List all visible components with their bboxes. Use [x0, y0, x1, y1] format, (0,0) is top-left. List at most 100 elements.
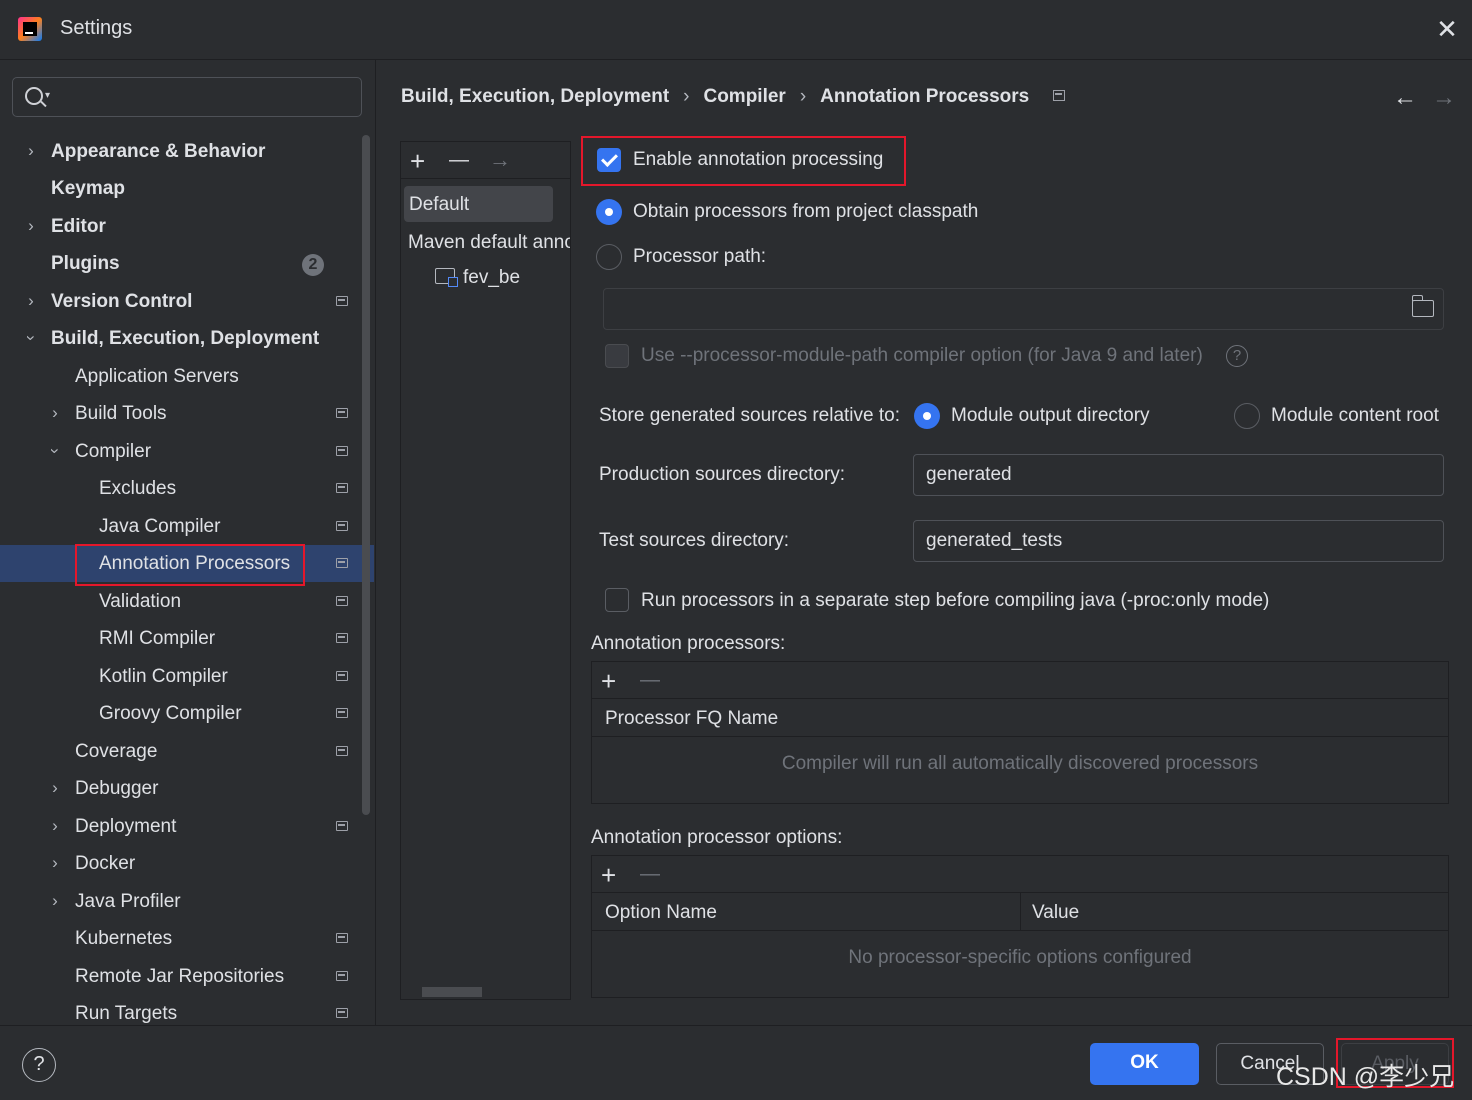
processors-empty-text: Compiler will run all automatically disc… [781, 753, 1259, 774]
test-dir-field[interactable] [913, 520, 1444, 562]
sidebar-item-excludes[interactable]: Excludes [0, 470, 374, 507]
sidebar-item-java-compiler[interactable]: Java Compiler [0, 508, 374, 545]
sidebar-item-keymap[interactable]: Keymap [0, 170, 374, 207]
remove-icon[interactable]: — [640, 667, 660, 693]
module-output-radio[interactable] [914, 403, 940, 429]
column-header-processor-fq-name[interactable]: Processor FQ Name [605, 708, 778, 730]
module-path-checkbox[interactable] [605, 344, 629, 368]
profiles-horizontal-scrollbar[interactable] [422, 987, 482, 997]
sidebar-item-label: Groovy Compiler [99, 703, 242, 724]
processor-path-label[interactable]: Processor path: [633, 246, 766, 268]
folder-icon[interactable] [1411, 295, 1434, 317]
enable-annotation-processing-checkbox[interactable] [597, 148, 621, 172]
help-button[interactable]: ? [22, 1048, 56, 1082]
back-arrow-icon[interactable]: ← [1393, 84, 1417, 112]
remove-icon[interactable]: — [449, 147, 469, 173]
chevron-right-icon[interactable]: › [48, 853, 62, 873]
sidebar-item-build-execution-deployment[interactable]: › Build, Execution, Deployment [0, 320, 374, 357]
chevron-right-icon[interactable]: › [48, 403, 62, 423]
sidebar-item-editor[interactable]: › Editor [0, 208, 374, 245]
project-scope-icon [336, 596, 348, 606]
chevron-right-icon[interactable]: › [48, 816, 62, 836]
chevron-right-icon[interactable]: › [48, 891, 62, 911]
chevron-down-icon[interactable]: › [21, 331, 41, 345]
profile-default[interactable]: Default [404, 186, 553, 222]
sidebar-item-annotation-processors[interactable]: Annotation Processors [0, 545, 374, 582]
processor-path-radio[interactable] [596, 244, 622, 270]
processors-table-toolbar: + — [592, 662, 1448, 699]
chevron-right-icon[interactable]: › [24, 216, 38, 236]
breadcrumb-separator: › [799, 86, 807, 107]
project-scope-icon [336, 746, 348, 756]
processors-table-title: Annotation processors: [591, 633, 786, 654]
sidebar-item-plugins[interactable]: Plugins 2 [0, 245, 374, 282]
sidebar-item-docker[interactable]: › Docker [0, 845, 374, 882]
sidebar-item-appearance-behavior[interactable]: › Appearance & Behavior [0, 133, 374, 170]
breadcrumb-item[interactable]: Compiler [703, 86, 785, 108]
profile-module-item[interactable]: fev_be [463, 267, 520, 289]
column-header-option-name[interactable]: Option Name [605, 902, 717, 924]
sidebar-item-label: Kotlin Compiler [99, 666, 228, 687]
sidebar-item-label: Java Profiler [75, 891, 181, 912]
run-separately-label[interactable]: Run processors in a separate step before… [641, 590, 1269, 612]
sidebar-item-validation[interactable]: Validation [0, 583, 374, 620]
add-icon[interactable]: + [410, 148, 425, 174]
sidebar-item-label: Coverage [75, 741, 158, 762]
test-dir-input[interactable] [926, 529, 1403, 553]
sidebar-item-debugger[interactable]: › Debugger [0, 770, 374, 807]
sidebar-item-label: Compiler [75, 441, 152, 462]
chevron-down-icon[interactable]: › [45, 444, 65, 458]
run-separately-checkbox[interactable] [605, 588, 629, 612]
content-root-label[interactable]: Module content root [1271, 405, 1439, 427]
sidebar-item-kotlin-compiler[interactable]: Kotlin Compiler [0, 658, 374, 695]
plugins-update-badge: 2 [302, 254, 324, 276]
column-divider[interactable] [1020, 893, 1021, 931]
profiles-toolbar: + — → [401, 142, 570, 179]
project-scope-icon [336, 821, 348, 831]
sidebar-item-java-profiler[interactable]: › Java Profiler [0, 883, 374, 920]
chevron-right-icon[interactable]: › [48, 778, 62, 798]
forward-arrow-icon[interactable]: → [1432, 84, 1456, 112]
sidebar-item-compiler[interactable]: › Compiler [0, 433, 374, 470]
production-dir-field[interactable] [913, 454, 1444, 496]
sidebar-item-application-servers[interactable]: Application Servers [0, 358, 374, 395]
sidebar-item-groovy-compiler[interactable]: Groovy Compiler [0, 695, 374, 732]
production-dir-input[interactable] [926, 463, 1403, 487]
column-header-value[interactable]: Value [1032, 902, 1079, 924]
ok-button[interactable]: OK [1090, 1043, 1199, 1085]
chevron-right-icon[interactable]: › [24, 291, 38, 311]
sidebar-scrollbar[interactable] [362, 135, 370, 815]
add-icon[interactable]: + [601, 668, 616, 694]
add-icon[interactable]: + [601, 862, 616, 888]
sidebar-item-label: Version Control [51, 291, 193, 312]
chevron-right-icon[interactable]: › [24, 141, 38, 161]
search-options-icon[interactable]: ▾ [45, 90, 50, 101]
sidebar-item-kubernetes[interactable]: Kubernetes [0, 920, 374, 957]
sidebar-item-build-tools[interactable]: › Build Tools [0, 395, 374, 432]
processor-path-field[interactable] [603, 288, 1444, 330]
sidebar-item-coverage[interactable]: Coverage [0, 733, 374, 770]
classpath-radio[interactable] [596, 199, 622, 225]
remove-icon[interactable]: — [640, 861, 660, 887]
close-icon[interactable]: ✕ [1432, 14, 1462, 44]
processors-table-header: Processor FQ Name [592, 699, 1448, 737]
sidebar-item-label: Excludes [99, 478, 177, 499]
settings-sidebar: ▾ › Appearance & Behavior Keymap › Edito… [0, 60, 376, 1025]
sidebar-item-remote-jar-repositories[interactable]: Remote Jar Repositories [0, 958, 374, 995]
sidebar-item-label: Kubernetes [75, 928, 173, 949]
profile-maven-default[interactable]: Maven default annotation processors prof… [408, 232, 570, 254]
content-root-radio[interactable] [1234, 403, 1260, 429]
enable-annotation-processing-label[interactable]: Enable annotation processing [633, 149, 883, 171]
options-table-header: Option Name Value [592, 893, 1448, 931]
processor-path-input[interactable] [616, 297, 1372, 321]
settings-search[interactable]: ▾ [12, 77, 362, 117]
classpath-radio-label[interactable]: Obtain processors from project classpath [633, 201, 978, 223]
move-to-icon[interactable]: → [489, 147, 511, 173]
sidebar-item-version-control[interactable]: › Version Control [0, 283, 374, 320]
search-input[interactable] [63, 84, 353, 110]
help-icon[interactable]: ? [1226, 345, 1248, 367]
module-output-label[interactable]: Module output directory [951, 405, 1150, 427]
sidebar-item-rmi-compiler[interactable]: RMI Compiler [0, 620, 374, 657]
breadcrumb-item[interactable]: Build, Execution, Deployment [401, 86, 669, 108]
sidebar-item-deployment[interactable]: › Deployment [0, 808, 374, 845]
